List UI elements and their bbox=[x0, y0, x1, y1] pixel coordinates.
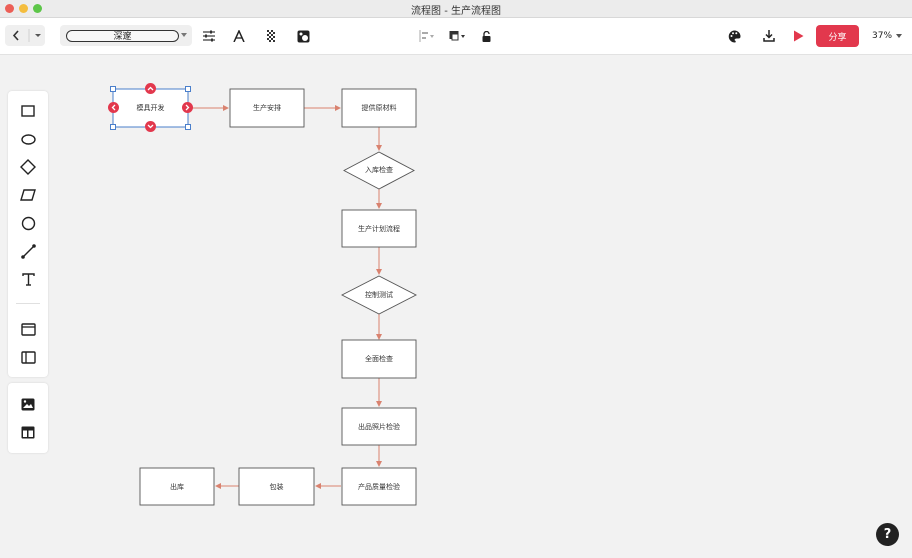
flowchart-diagram bbox=[112, 88, 417, 506]
help-icon: ? bbox=[883, 527, 892, 542]
node-label-inbound-inspection: 入库检查 bbox=[365, 166, 393, 174]
node-label-full-inspection: 全面检查 bbox=[365, 355, 393, 363]
node-label-photo-inspection: 出品照片检验 bbox=[358, 423, 400, 431]
pattern-button[interactable] bbox=[264, 28, 280, 44]
lock-icon bbox=[482, 30, 490, 42]
text-format-button[interactable] bbox=[231, 28, 247, 44]
download-icon bbox=[763, 30, 775, 42]
main-toolbar: 深邃 分享 37% bbox=[0, 18, 912, 55]
pattern-icon bbox=[267, 30, 275, 42]
node-label-quality-inspection: 产品质量检验 bbox=[358, 483, 400, 491]
node-label-production-plan: 生产计划流程 bbox=[358, 225, 400, 233]
connect-down-button[interactable] bbox=[145, 121, 156, 132]
zoom-level: 37% bbox=[872, 31, 893, 41]
palette-icon bbox=[728, 30, 740, 43]
align-button[interactable] bbox=[418, 28, 436, 44]
window-title: 流程图 - 生产流程图 bbox=[411, 6, 501, 17]
node-label-production-schedule: 生产安排 bbox=[253, 104, 281, 112]
resize-handle-top-right[interactable] bbox=[185, 86, 191, 92]
chevron-down-icon bbox=[896, 33, 903, 38]
chevron-left-icon bbox=[111, 104, 116, 111]
node-label-outbound: 出库 bbox=[170, 483, 184, 491]
share-button[interactable]: 分享 bbox=[816, 25, 859, 47]
help-button[interactable]: ? bbox=[876, 523, 899, 546]
resize-handle-bottom-left[interactable] bbox=[110, 124, 116, 130]
text-format-icon bbox=[233, 30, 245, 42]
node-label-mold-dev: 模具开发 bbox=[136, 104, 165, 112]
theme-label: 深邃 bbox=[113, 32, 132, 42]
zoom-selector[interactable]: 37% bbox=[872, 28, 908, 44]
theme-selector[interactable]: 深邃 bbox=[60, 25, 192, 46]
resize-handle-bottom-right[interactable] bbox=[185, 124, 191, 130]
settings-button[interactable] bbox=[201, 28, 217, 44]
connect-left-button[interactable] bbox=[108, 102, 119, 113]
arrange-icon bbox=[449, 31, 465, 41]
back-icon bbox=[12, 29, 41, 42]
download-button[interactable] bbox=[761, 28, 777, 44]
connect-right-button[interactable] bbox=[182, 102, 193, 113]
node-label-raw-materials: 提供原材料 bbox=[361, 104, 397, 112]
theme-palette-button[interactable] bbox=[726, 28, 742, 44]
share-label: 分享 bbox=[828, 32, 847, 43]
play-icon bbox=[793, 30, 803, 42]
fill-button[interactable] bbox=[295, 28, 311, 44]
back-button[interactable] bbox=[5, 25, 45, 46]
settings-sliders-icon bbox=[203, 30, 215, 42]
node-label-control-test: 控制测试 bbox=[365, 291, 393, 299]
chevron-down-icon bbox=[181, 33, 187, 37]
window-titlebar: 流程图 - 生产流程图 bbox=[0, 0, 912, 18]
chevron-down-icon bbox=[147, 124, 154, 129]
node-label-packaging: 包装 bbox=[269, 483, 284, 491]
connect-up-button[interactable] bbox=[145, 83, 156, 94]
resize-handle-top-left[interactable] bbox=[110, 86, 116, 92]
align-icon bbox=[419, 30, 434, 42]
diagram-canvas[interactable]: 模具开发 生产安排 提供原材料 入库检查 生产计划流程 控制测试 全面检查 出品… bbox=[0, 55, 912, 558]
present-button[interactable] bbox=[790, 28, 806, 44]
lock-button[interactable] bbox=[479, 28, 493, 44]
chevron-right-icon bbox=[185, 104, 190, 111]
fill-icon bbox=[297, 30, 309, 42]
chevron-up-icon bbox=[147, 86, 154, 91]
arrange-button[interactable] bbox=[448, 28, 466, 44]
